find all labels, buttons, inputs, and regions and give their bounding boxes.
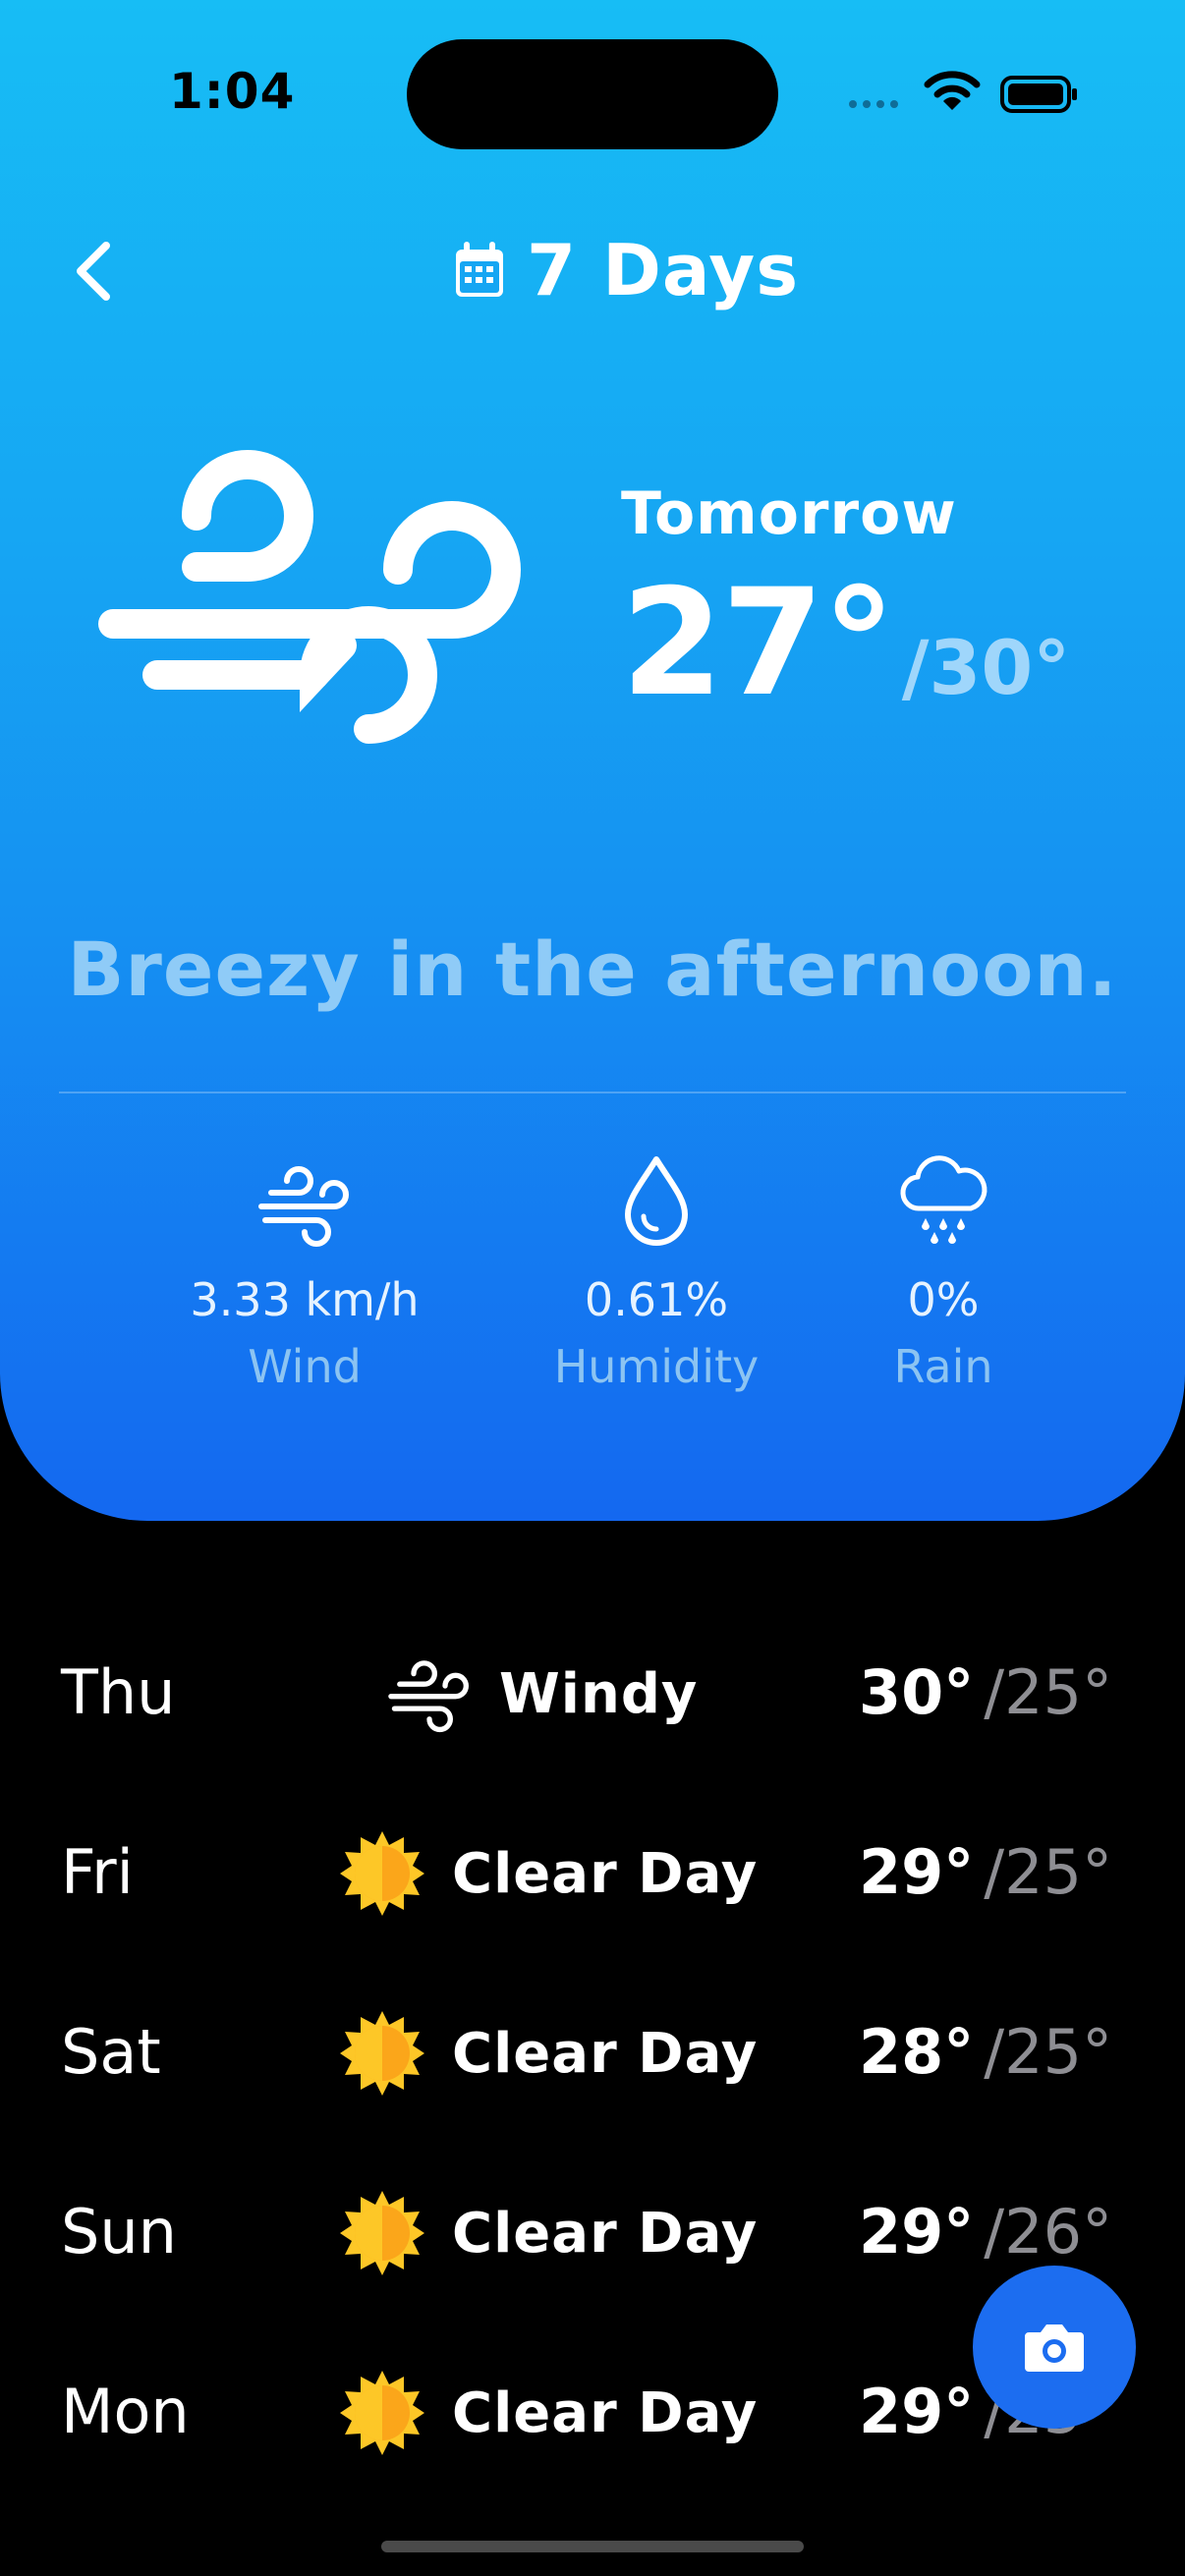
camera-button[interactable] xyxy=(973,2266,1136,2429)
forecast-condition-text: Clear Day xyxy=(452,1841,759,1906)
forecast-high: 28° xyxy=(859,2016,975,2088)
forecast-day: Sat xyxy=(61,2016,161,2088)
status-bar: 1:04 xyxy=(0,0,1185,196)
forecast-high: 29° xyxy=(859,2196,975,2268)
battery-icon xyxy=(1000,76,1077,113)
forecast-condition: Clear Day xyxy=(338,1994,758,2112)
forecast-low: /25° xyxy=(984,1836,1113,1908)
sun-icon xyxy=(340,1831,424,1916)
humidity-value: 0.61% xyxy=(584,1273,729,1326)
forecast-low: /26° xyxy=(984,2196,1113,2268)
forecast-day: Sun xyxy=(61,2196,177,2268)
forecast-condition: Clear Day xyxy=(338,2354,758,2472)
humidity-drop-icon xyxy=(625,1156,688,1246)
featured-high: 27° xyxy=(621,558,896,729)
weather-summary: Breezy in the afternoon. xyxy=(67,925,1118,1013)
weather-card: 1:04 7 Days Tomorrow 27° /30° Breezy in … xyxy=(0,0,1185,1521)
wind-icon xyxy=(258,1166,349,1247)
forecast-row[interactable]: Fri Clear Day 29°/25° xyxy=(0,1815,1185,1932)
rain-value: 0% xyxy=(907,1273,980,1326)
wind-icon xyxy=(388,1660,469,1733)
signal-dots-icon xyxy=(849,100,898,108)
sun-icon xyxy=(340,2371,424,2455)
forecast-day: Thu xyxy=(61,1656,176,1728)
wind-value: 3.33 km/h xyxy=(190,1273,420,1326)
forecast-row[interactable]: Thu Windy 30°/25° xyxy=(0,1635,1185,1753)
featured-temperature: 27° /30° xyxy=(621,570,1070,717)
forecast-high: 29° xyxy=(859,1836,975,1908)
forecast-condition-text: Clear Day xyxy=(452,2380,759,2445)
forecast-condition: Windy xyxy=(385,1635,698,1753)
forecast-condition-text: Windy xyxy=(499,1661,699,1726)
forecast-temps: 30°/25° xyxy=(859,1656,1112,1728)
forecast-high: 30° xyxy=(859,1656,975,1728)
wifi-icon xyxy=(924,71,981,110)
stat-humidity: 0.61% Humidity xyxy=(509,1149,804,1393)
forecast-temps: 29°/25° xyxy=(859,1836,1112,1908)
camera-icon xyxy=(1025,2324,1084,2372)
forecast-row[interactable]: Sat Clear Day 28°/25° xyxy=(0,1994,1185,2112)
chevron-left-icon[interactable] xyxy=(67,232,126,310)
stat-rain: 0% Rain xyxy=(845,1149,1042,1393)
wind-icon xyxy=(98,450,521,744)
calendar-icon xyxy=(456,242,503,297)
sun-icon xyxy=(340,2191,424,2275)
divider xyxy=(59,1092,1126,1093)
forecast-high: 29° xyxy=(859,2376,975,2447)
forecast-day: Mon xyxy=(61,2376,190,2447)
featured-low: /30° xyxy=(901,624,1071,711)
dynamic-island xyxy=(407,39,778,149)
forecast-condition: Clear Day xyxy=(338,2174,758,2292)
wind-label: Wind xyxy=(248,1340,362,1393)
featured-day: Tomorrow xyxy=(621,479,957,548)
forecast-condition: Clear Day xyxy=(338,1815,758,1932)
home-indicator xyxy=(381,2541,804,2552)
status-time: 1:04 xyxy=(169,63,296,120)
page-title: 7 Days xyxy=(452,226,799,314)
forecast-temps: 28°/25° xyxy=(859,2016,1112,2088)
forecast-temps: 29°/26° xyxy=(859,2196,1112,2268)
stat-wind: 3.33 km/h Wind xyxy=(157,1149,452,1393)
rain-cloud-icon xyxy=(900,1155,988,1244)
forecast-row[interactable]: Sun Clear Day 29°/26° xyxy=(0,2174,1185,2292)
forecast-day: Fri xyxy=(61,1836,134,1908)
forecast-condition-text: Clear Day xyxy=(452,2201,759,2266)
sun-icon xyxy=(340,2011,424,2096)
rain-label: Rain xyxy=(893,1340,993,1393)
title-text: 7 Days xyxy=(527,229,800,311)
forecast-condition-text: Clear Day xyxy=(452,2021,759,2086)
humidity-label: Humidity xyxy=(553,1340,760,1393)
forecast-low: /25° xyxy=(984,1656,1113,1728)
forecast-low: /25° xyxy=(984,2016,1113,2088)
